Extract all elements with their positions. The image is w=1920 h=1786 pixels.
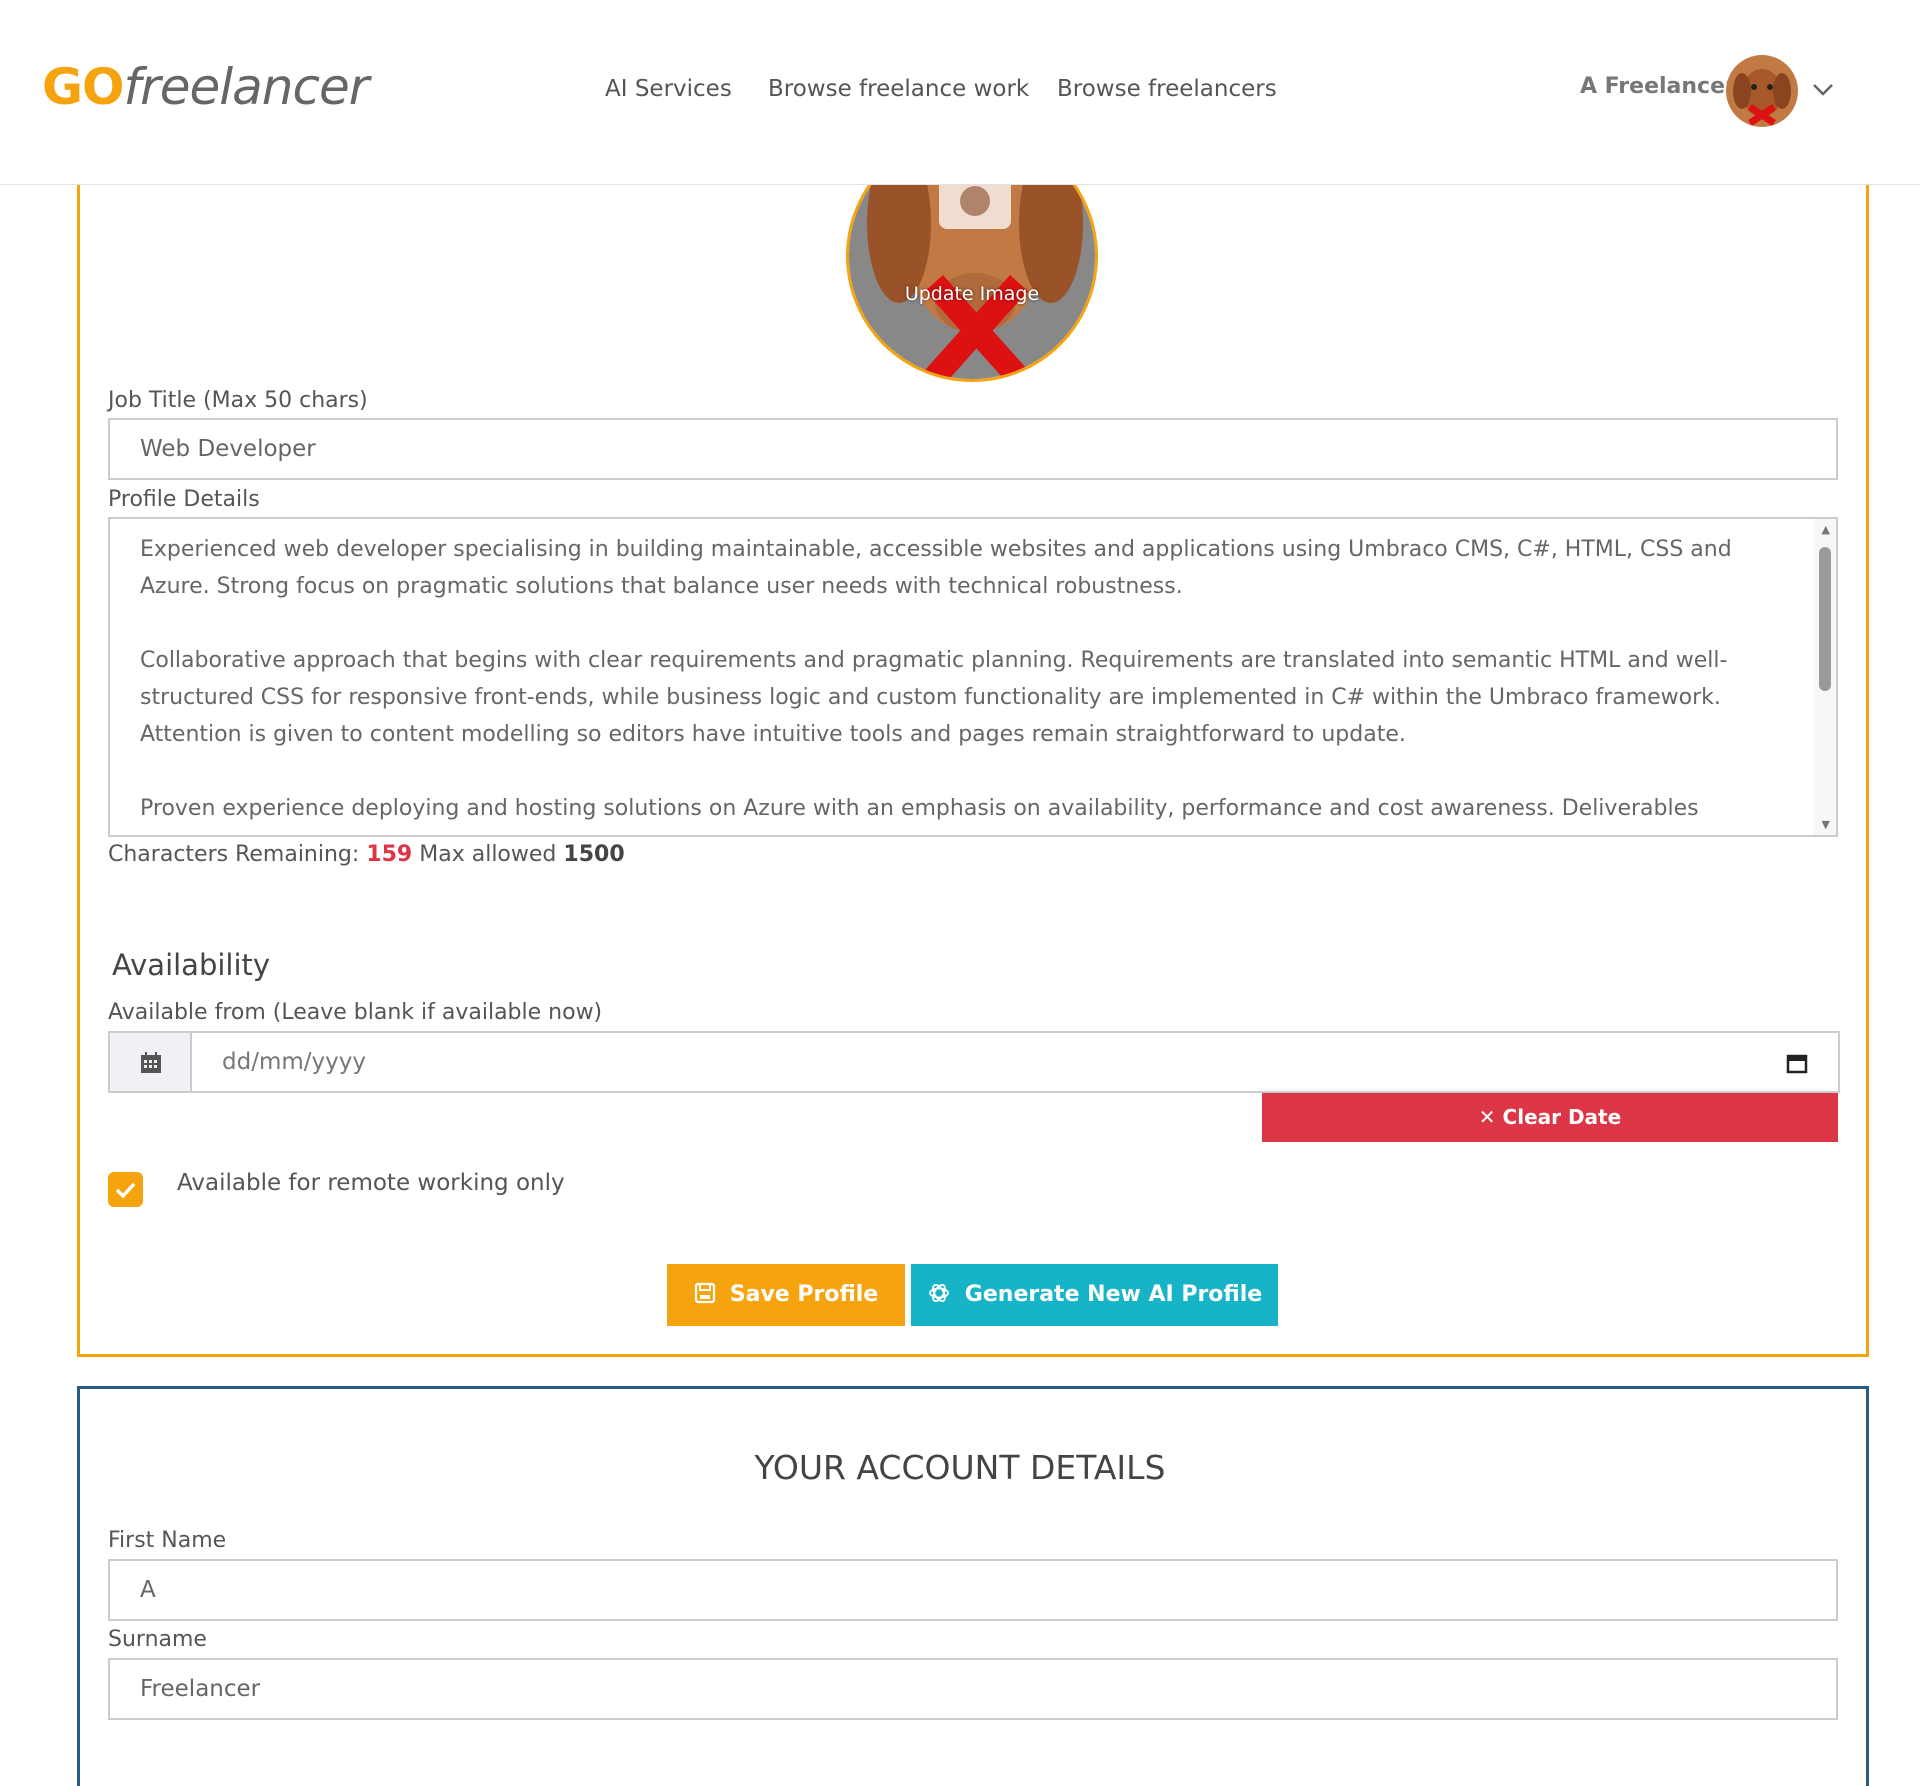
nav-browse-work[interactable]: Browse freelance work (768, 76, 1029, 102)
scroll-up-icon[interactable]: ▲ (1822, 523, 1830, 536)
scrollbar-thumb[interactable] (1819, 547, 1831, 691)
site-header: GOfreelancer AI Services Browse freelanc… (0, 0, 1920, 185)
surname-input[interactable]: Freelancer (108, 1658, 1838, 1720)
close-icon: ✕ (1478, 1105, 1496, 1129)
date-addon (110, 1033, 192, 1091)
characters-remaining: Characters Remaining: 159 Max allowed 15… (108, 842, 625, 867)
remote-working-label[interactable]: Available for remote working only (177, 1170, 565, 1196)
remote-working-checkbox[interactable] (108, 1172, 143, 1207)
available-from-label: Available from (Leave blank if available… (108, 1000, 603, 1025)
logo-freelancer: freelancer (123, 58, 370, 116)
user-avatar[interactable] (1726, 55, 1798, 127)
max-allowed-label: Max allowed (419, 842, 557, 867)
clear-date-button[interactable]: ✕ Clear Date (1262, 1093, 1838, 1142)
textarea-scrollbar[interactable]: ▲ ▼ (1814, 519, 1836, 835)
logo-go: GO (42, 58, 125, 116)
chars-remaining-value: 159 (366, 842, 413, 867)
generate-ai-profile-label: Generate New AI Profile (964, 1282, 1263, 1307)
nav-browse-freelancers[interactable]: Browse freelancers (1057, 76, 1277, 102)
available-from-date-input[interactable]: dd/mm/yyyy (108, 1031, 1840, 1093)
chars-remaining-label: Characters Remaining: (108, 842, 360, 867)
site-logo[interactable]: GOfreelancer (42, 58, 370, 116)
first-name-input[interactable]: A (108, 1559, 1838, 1621)
generate-ai-profile-button[interactable]: Generate New AI Profile (911, 1264, 1278, 1326)
nav-ai-services[interactable]: AI Services (605, 76, 732, 102)
calendar-icon (141, 1052, 161, 1073)
save-icon (694, 1282, 715, 1304)
surname-label: Surname (108, 1627, 207, 1652)
job-title-label: Job Title (Max 50 chars) (108, 388, 368, 413)
details-paragraph-1: Experienced web developer specialising i… (140, 537, 1732, 599)
clear-date-label: Clear Date (1502, 1105, 1622, 1129)
account-details-title: YOUR ACCOUNT DETAILS (754, 1448, 1166, 1487)
details-paragraph-3: Proven experience deploying and hosting … (140, 796, 1699, 835)
profile-details-label: Profile Details (108, 487, 260, 512)
max-allowed-value: 1500 (563, 842, 625, 867)
details-paragraph-2: Collaborative approach that begins with … (140, 648, 1728, 747)
date-placeholder: dd/mm/yyyy (222, 1049, 366, 1075)
chevron-down-icon[interactable] (1810, 76, 1836, 102)
save-profile-button[interactable]: Save Profile (667, 1264, 905, 1326)
date-picker-icon[interactable] (1786, 1052, 1808, 1074)
scroll-down-icon[interactable]: ▼ (1822, 818, 1830, 831)
update-image-label: Update Image (904, 283, 1040, 305)
job-title-input[interactable]: Web Developer (108, 418, 1838, 480)
openai-icon (928, 1283, 949, 1303)
availability-heading: Availability (112, 948, 271, 982)
profile-details-textarea[interactable]: Experienced web developer specialising i… (108, 517, 1838, 837)
save-profile-label: Save Profile (729, 1282, 879, 1307)
user-name[interactable]: A Freelancer (1580, 74, 1736, 99)
first-name-label: First Name (108, 1528, 227, 1553)
check-icon (115, 1182, 136, 1199)
